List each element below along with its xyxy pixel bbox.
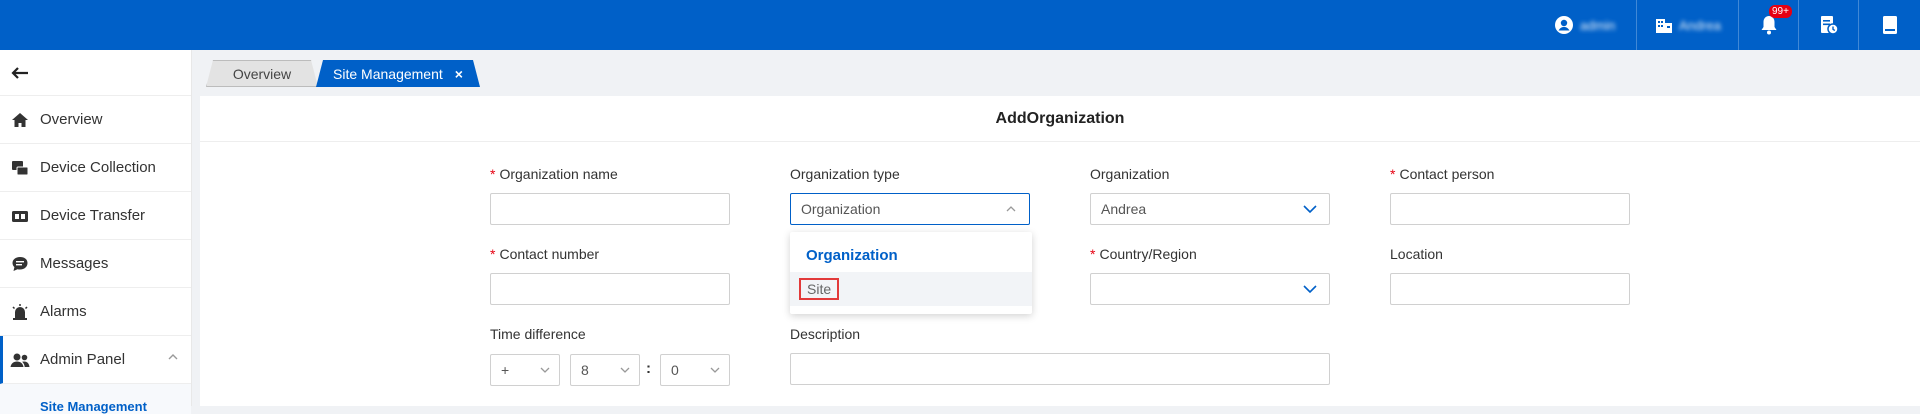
- chevron-up-icon: [1006, 206, 1016, 212]
- dropdown-option-site[interactable]: Site: [790, 272, 1032, 306]
- organization-select[interactable]: Andrea: [1090, 193, 1330, 225]
- bell-icon: [1761, 16, 1776, 35]
- sidebar-item-overview[interactable]: Overview: [0, 96, 191, 144]
- users-icon: [10, 350, 30, 370]
- contact-number-input[interactable]: [490, 273, 730, 305]
- user-circle-icon: [1555, 16, 1573, 34]
- organization-switcher[interactable]: Andrea: [1636, 0, 1738, 50]
- description-label: Description: [790, 326, 861, 342]
- organization-label: Organization: [1090, 166, 1170, 182]
- transfer-icon: [10, 206, 30, 226]
- chevron-down-icon: [620, 367, 630, 373]
- org-type-label: Organization type: [790, 166, 900, 182]
- top-bar: admin Andrea 99+: [0, 0, 1920, 50]
- time-sign-select[interactable]: +: [490, 354, 560, 386]
- sidebar: Overview Device Collection Device Transf…: [0, 50, 192, 414]
- user-menu[interactable]: admin: [1548, 0, 1636, 50]
- collapse-sidebar-button[interactable]: [0, 50, 191, 96]
- time-hour-select[interactable]: 8: [570, 354, 640, 386]
- location-input[interactable]: [1390, 273, 1630, 305]
- contact-person-input[interactable]: [1390, 193, 1630, 225]
- arrow-left-icon: [11, 66, 28, 79]
- org-name-label: * Organization name: [490, 166, 618, 182]
- sidebar-item-admin-panel[interactable]: Admin Panel: [0, 336, 191, 384]
- chevron-down-icon: [1303, 285, 1317, 294]
- time-minute-select[interactable]: 0: [660, 354, 730, 386]
- home-icon: [10, 110, 30, 130]
- contact-number-label: * Contact number: [490, 246, 600, 262]
- manual-button[interactable]: [1858, 0, 1920, 50]
- description-input[interactable]: [790, 353, 1330, 385]
- country-select[interactable]: [1090, 273, 1330, 305]
- building-icon: [1656, 19, 1672, 33]
- notifications-button[interactable]: 99+: [1738, 0, 1798, 50]
- chat-bubble-icon: [10, 254, 30, 274]
- time-difference-label: Time difference: [490, 326, 586, 342]
- org-type-select[interactable]: Organization: [790, 193, 1030, 225]
- sidebar-item-device-collection[interactable]: Device Collection: [0, 144, 191, 192]
- dropdown-option-label: Site: [799, 278, 840, 300]
- sidebar-subitem-site-management[interactable]: Site Management: [0, 384, 191, 414]
- location-label: Location: [1390, 246, 1443, 262]
- alarm-light-icon: [10, 302, 30, 322]
- sidebar-item-messages[interactable]: Messages: [0, 240, 191, 288]
- tab-site-management[interactable]: Site Management ×: [316, 60, 480, 87]
- book-icon: [1882, 16, 1897, 34]
- close-icon[interactable]: ×: [455, 66, 463, 82]
- country-label: * Country/Region: [1090, 246, 1197, 262]
- sidebar-item-label: Admin Panel: [40, 351, 126, 368]
- device-collection-icon: [10, 158, 30, 178]
- org-name-input[interactable]: [490, 193, 730, 225]
- sidebar-item-alarms[interactable]: Alarms: [0, 288, 191, 336]
- sidebar-item-device-transfer[interactable]: Device Transfer: [0, 192, 191, 240]
- contact-person-label: * Contact person: [1390, 166, 1495, 182]
- report-button[interactable]: [1798, 0, 1858, 50]
- organization-value: Andrea: [1101, 201, 1147, 217]
- org-type-dropdown: Organization Site: [790, 232, 1032, 314]
- chevron-down-icon: [1303, 205, 1317, 214]
- sidebar-item-label: Device Transfer: [40, 207, 146, 224]
- time-colon: :: [646, 360, 651, 377]
- tab-label: Overview: [232, 65, 292, 82]
- sidebar-item-label: Alarms: [40, 303, 87, 320]
- tab-overview[interactable]: Overview: [206, 60, 318, 87]
- dropdown-option-organization[interactable]: Organization: [790, 238, 1032, 272]
- org-type-value: Organization: [801, 201, 881, 217]
- sidebar-item-label: Device Collection: [40, 159, 156, 176]
- chevron-up-icon: [168, 354, 178, 360]
- organization-name: Andrea: [1679, 17, 1721, 33]
- chevron-down-icon: [540, 367, 550, 373]
- notification-badge: 99+: [1769, 5, 1792, 18]
- tab-label: Site Management: [333, 65, 443, 82]
- report-clock-icon: [1820, 16, 1839, 35]
- sidebar-item-label: Messages: [40, 255, 109, 272]
- page-title: AddOrganization: [200, 96, 1920, 142]
- sidebar-item-label: Overview: [40, 111, 103, 128]
- chevron-down-icon: [710, 367, 720, 373]
- user-name: admin: [1580, 17, 1616, 33]
